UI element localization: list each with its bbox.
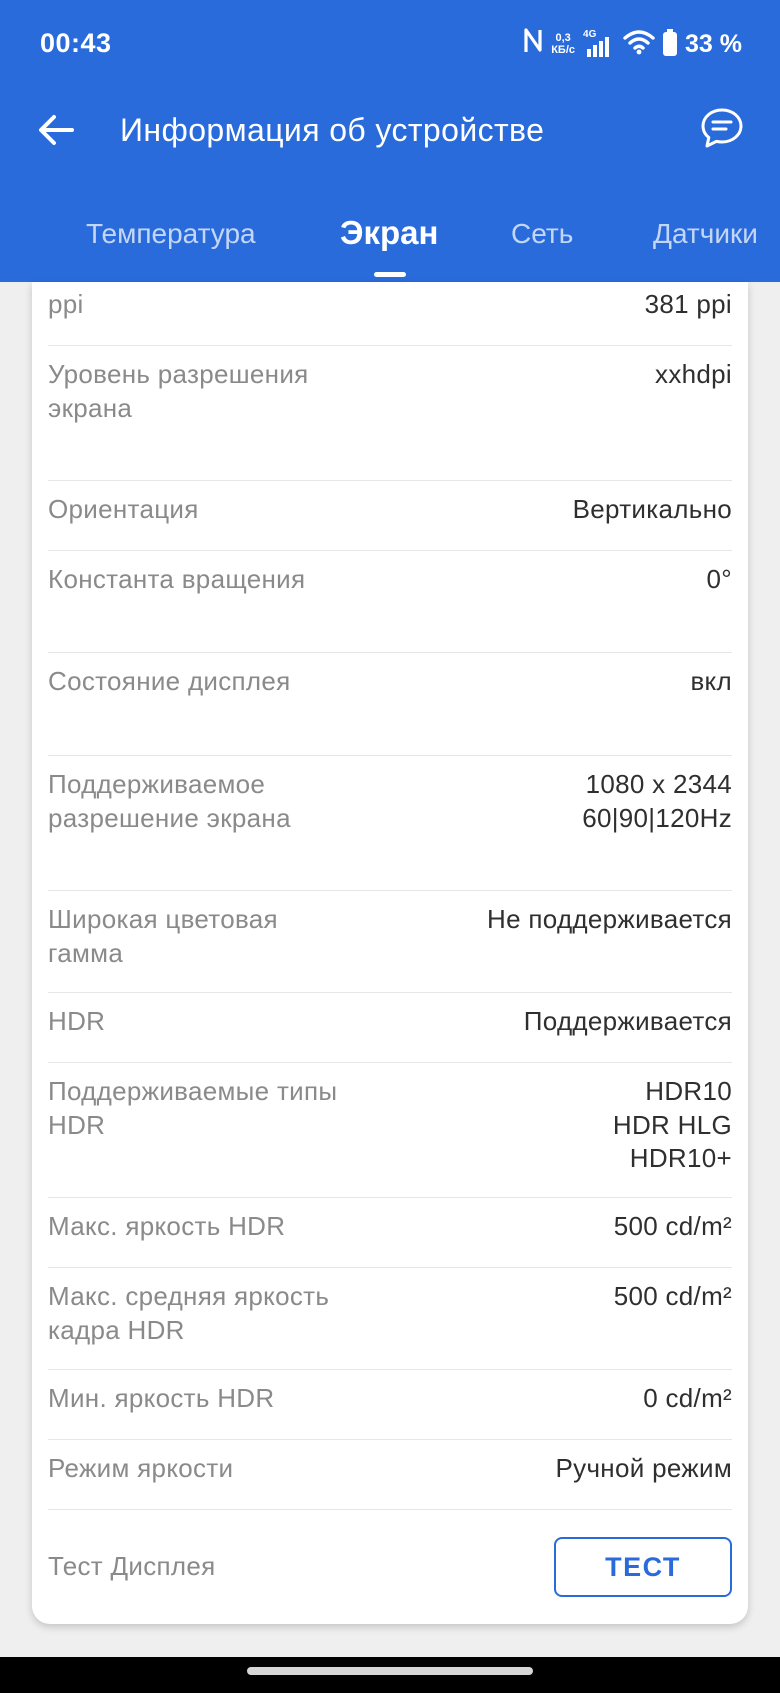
info-label: Константа вращения <box>48 564 306 594</box>
info-value: Поддерживается <box>523 1006 732 1036</box>
info-row-brightness-mode: Режим яркости Ручной режим <box>48 1440 732 1510</box>
info-row-hdr-max-brightness: Макс. яркость HDR 500 cd/m² <box>48 1198 732 1268</box>
header: 00:43 0,3 КБ/с 4G 33 % Информация об уст… <box>0 0 780 282</box>
info-row-display-test: Тест Дисплея ТЕСТ <box>48 1510 732 1620</box>
network-speed-value: 0,3 <box>555 32 571 44</box>
info-row-density: Уровень разрешения экрана xxhdpi <box>48 346 732 481</box>
info-label: Макс. средняя яркость кадра HDR <box>48 1281 330 1345</box>
info-value: HDR10 HDR HLG HDR10+ <box>612 1076 732 1173</box>
info-label: Макс. яркость HDR <box>48 1211 286 1241</box>
info-value: 1080 x 2344 60|90|120Hz <box>582 769 732 833</box>
info-value: xxhdpi <box>655 359 732 389</box>
info-value: Вертикально <box>572 494 732 524</box>
info-label: Поддерживаемое разрешение экрана <box>48 769 291 833</box>
info-value: 500 cd/m² <box>613 1281 732 1311</box>
tab-temperature[interactable]: Температура <box>86 218 256 250</box>
system-navigation-bar <box>0 1657 780 1693</box>
info-value: Не поддерживается <box>487 904 732 934</box>
info-label: Широкая цветовая гамма <box>48 904 278 968</box>
info-row-wide-color: Широкая цветовая гамма Не поддерживается <box>48 891 732 993</box>
app-bar: Информация об устройстве <box>0 90 780 174</box>
network-speed: 0,3 КБ/с <box>551 32 575 56</box>
tab-bar: Температура Экран Сеть Датчики <box>0 200 780 282</box>
back-arrow-icon[interactable] <box>36 110 76 150</box>
battery-percent: 33 % <box>685 29 742 58</box>
info-row-hdr-types: Поддерживаемые типы HDR HDR10 HDR HLG HD… <box>48 1063 732 1198</box>
info-row-hdr-min-brightness: Мин. яркость HDR 0 cd/m² <box>48 1370 732 1440</box>
info-label: Ориентация <box>48 494 199 524</box>
page-title: Информация об устройстве <box>120 112 545 148</box>
info-label: Уровень разрешения экрана <box>48 359 309 423</box>
info-row-hdr: HDR Поддерживается <box>48 993 732 1063</box>
info-label: Состояние дисплея <box>48 666 291 696</box>
status-icons: 0,3 КБ/с 4G 33 % <box>523 26 742 62</box>
info-value: 500 cd/m² <box>613 1211 732 1241</box>
info-label: HDR <box>48 1006 106 1036</box>
info-row-hdr-avg-brightness: Макс. средняя яркость кадра HDR 500 cd/m… <box>48 1268 732 1370</box>
screen-info-card: ppi 381 ppi Уровень разрешения экрана xx… <box>32 282 748 1624</box>
home-gesture-handle[interactable] <box>247 1667 533 1675</box>
info-label: ppi <box>48 289 84 319</box>
info-value: 381 ppi <box>644 289 732 319</box>
info-row-rotation: Константа вращения 0° <box>48 551 732 653</box>
status-bar: 00:43 0,3 КБ/с 4G 33 % <box>0 0 780 90</box>
status-time: 00:43 <box>40 28 112 58</box>
cellular-signal-icon: 4G <box>583 29 615 59</box>
tab-screen[interactable]: Экран <box>340 214 438 252</box>
info-row-display-state: Состояние дисплея вкл <box>48 653 732 756</box>
info-label: Режим яркости <box>48 1453 234 1483</box>
nfc-icon <box>523 27 543 61</box>
feedback-icon[interactable] <box>700 106 744 150</box>
network-speed-unit: КБ/с <box>551 44 576 56</box>
info-row-ppi: ppi 381 ppi <box>48 276 732 346</box>
info-value: Ручной режим <box>555 1453 732 1483</box>
tab-network[interactable]: Сеть <box>511 218 573 250</box>
info-label: Поддерживаемые типы HDR <box>48 1076 338 1140</box>
info-row-resolution: Поддерживаемое разрешение экрана 1080 x … <box>48 756 732 891</box>
battery-icon <box>663 29 678 56</box>
info-value: 0 cd/m² <box>643 1383 732 1413</box>
info-row-orientation: Ориентация Вертикально <box>48 481 732 551</box>
info-label: Мин. яркость HDR <box>48 1383 275 1413</box>
test-display-button[interactable]: ТЕСТ <box>554 1537 732 1597</box>
info-value: 0° <box>706 564 732 594</box>
display-test-label: Тест Дисплея <box>48 1551 216 1581</box>
wifi-icon <box>623 29 655 60</box>
info-value: вкл <box>690 666 732 696</box>
tab-sensors[interactable]: Датчики <box>653 218 758 250</box>
